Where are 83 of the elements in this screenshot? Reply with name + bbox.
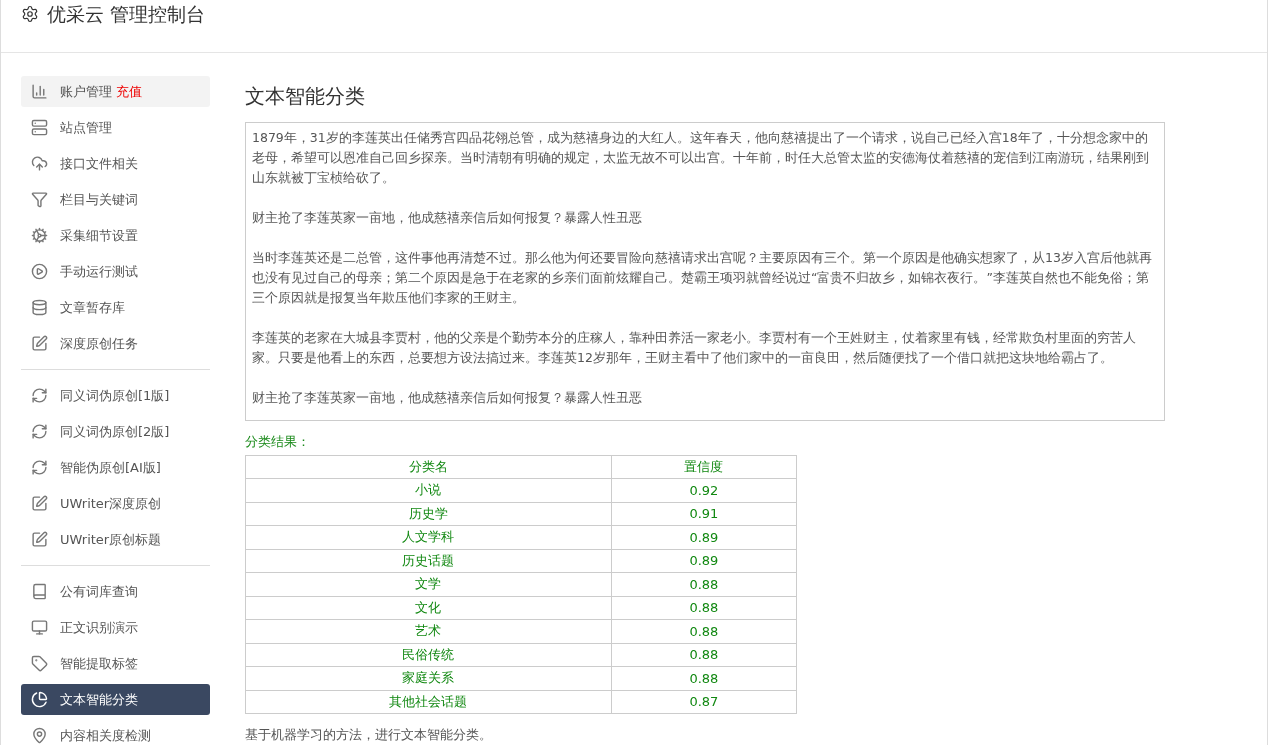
table-cell: 小说 <box>245 478 612 502</box>
sidebar-item-label: 内容相关度检测 <box>60 726 151 745</box>
table-cell: 历史学 <box>245 502 612 526</box>
settings-icon <box>21 5 39 23</box>
app-title: 优采云 管理控制台 <box>47 2 206 27</box>
database-icon <box>31 299 48 316</box>
table-cell: 0.88 <box>611 596 797 620</box>
column-header: 置信度 <box>611 455 797 479</box>
sidebar-item-label: 账户管理 充值 <box>60 82 142 101</box>
text-input-field[interactable]: 1879年，31岁的李莲英出任储秀宫四品花翎总管，成为慈禧身边的大红人。这年春天，他向慈禧提出了一个请求，说自己已经入宫18年了，十分想念家中的老母，希望可以恩准自己回乡探亲。当时清朝有明确的规定，太监无故不可以出宫。十年前，时任大总管太监的安德海仗着慈禧的宠信到江南游玩，结果刚到山东就被丁宝桢给砍了。 财主抢了李莲英家一亩地，他成慈禧亲信后如何报复？暴露人性丑恶 当时李莲英还是二总管，这件事他再清楚不过。那么他为何还要冒险向慈禧请求出宫呢？主要原因有三个。第一个原因是他确实想家了，从13岁入宫后他就再也没有见过自己的母亲；第二个原因是急于在老家的乡亲们面前炫耀自己。楚霸王项羽就曾经说过“富贵不归故乡，如锦衣夜行。”李莲英自然也不能免俗；第三个原因就是报复当年欺压他们李家的王财主。 李莲英的老家在大城县李贾村，他的父亲是个勤劳本分的庄稼人，靠种田养活一家老小。李贾村有一个王姓财主，仗着家里有钱，经常欺负村里面的穷苦人家。只要是他看上的东西，总要想方设法搞过来。李莲英12岁那年，王财主看中了他们家中的一亩良田，然后随便找了一个借口就把这块地给霸占了。 财主抢了李莲英家一亩地，他成慈禧亲信后如何报复？暴露人性丑恶 <box>245 122 1165 421</box>
sidebar-item[interactable]: 采集细节设置 <box>21 220 210 251</box>
sidebar-item[interactable]: 同义词伪原创[2版] <box>21 416 210 447</box>
sidebar-item[interactable]: 智能提取标签 <box>21 648 210 679</box>
sidebar-item-label: 手动运行测试 <box>60 262 138 281</box>
table-cell: 0.88 <box>611 643 797 667</box>
table-cell: 文学 <box>245 572 612 596</box>
sidebar-item[interactable]: 账户管理 充值 <box>21 76 210 107</box>
book-icon <box>31 583 48 600</box>
sidebar-item-label: 同义词伪原创[2版] <box>60 422 170 441</box>
sidebar-item[interactable]: 正文识别演示 <box>21 612 210 643</box>
table-cell: 0.88 <box>611 666 797 690</box>
table-cell: 民俗传统 <box>245 643 612 667</box>
table-cell: 0.89 <box>611 549 797 573</box>
sidebar-item-label: 公有词库查询 <box>60 582 138 601</box>
table-cell: 艺术 <box>245 619 612 643</box>
table-cell: 0.88 <box>611 572 797 596</box>
monitor-icon <box>31 619 48 636</box>
table-cell: 0.87 <box>611 690 797 714</box>
sidebar-item[interactable]: UWriter深度原创 <box>21 488 210 519</box>
sidebar-item-label: 智能提取标签 <box>60 654 138 673</box>
sidebar-item-label: 采集细节设置 <box>60 226 138 245</box>
pencil-square-icon <box>31 335 48 352</box>
table-cell: 其他社会话题 <box>245 690 612 714</box>
sidebar-item-label: 接口文件相关 <box>60 154 138 173</box>
table-cell: 历史话题 <box>245 549 612 573</box>
bar-chart-icon <box>31 83 48 100</box>
sidebar-item-label: UWriter原创标题 <box>60 530 162 549</box>
table-cell: 人文学科 <box>245 525 612 549</box>
sidebar-item[interactable]: UWriter原创标题 <box>21 524 210 555</box>
sidebar-item[interactable]: 接口文件相关 <box>21 148 210 179</box>
sidebar-item[interactable]: 文本智能分类 <box>21 684 210 715</box>
table-cell: 家庭关系 <box>245 666 612 690</box>
sidebar-item-label: 深度原创任务 <box>60 334 138 353</box>
sidebar-item[interactable]: 文章暂存库 <box>21 292 210 323</box>
column-header: 分类名 <box>245 455 612 479</box>
tag-icon <box>31 655 48 672</box>
result-heading: 分类结果： <box>245 433 311 451</box>
sidebar-item-label: 智能伪原创[AI版] <box>60 458 161 477</box>
sidebar-item[interactable]: 内容相关度检测 <box>21 720 210 745</box>
refresh-icon <box>31 423 48 440</box>
recharge-link[interactable]: 充值 <box>116 83 142 99</box>
table-cell: 0.92 <box>611 478 797 502</box>
sidebar-item[interactable]: 栏目与关键词 <box>21 184 210 215</box>
description-text: 基于机器学习的方法，进行文本智能分类。 <box>245 726 493 744</box>
pin-icon <box>31 727 48 744</box>
cloud-upload-icon <box>31 155 48 172</box>
sidebar-item[interactable]: 手动运行测试 <box>21 256 210 287</box>
sidebar-item[interactable]: 同义词伪原创[1版] <box>21 380 210 411</box>
sidebar-item-label: UWriter深度原创 <box>60 494 162 513</box>
sidebar-item[interactable]: 智能伪原创[AI版] <box>21 452 210 483</box>
sidebar-item[interactable]: 公有词库查询 <box>21 576 210 607</box>
sidebar-item[interactable]: 深度原创任务 <box>21 328 210 359</box>
gears-icon <box>31 227 48 244</box>
sidebar-item-label: 栏目与关键词 <box>60 190 138 209</box>
pencil-square-icon <box>31 531 48 548</box>
table-cell: 0.89 <box>611 525 797 549</box>
filter-icon <box>31 191 48 208</box>
play-icon <box>31 263 48 280</box>
table-cell: 0.88 <box>611 619 797 643</box>
sidebar-item[interactable]: 站点管理 <box>21 112 210 143</box>
sidebar-item-label: 文章暂存库 <box>60 298 125 317</box>
page-title: 文本智能分类 <box>245 83 366 110</box>
server-icon <box>31 119 48 136</box>
sidebar-item-label: 正文识别演示 <box>60 618 138 637</box>
sidebar-item-label: 同义词伪原创[1版] <box>60 386 170 405</box>
sidebar-item-label: 站点管理 <box>60 118 112 137</box>
pie-chart-icon <box>31 691 48 708</box>
sidebar-item-label: 文本智能分类 <box>60 690 138 709</box>
refresh-icon <box>31 459 48 476</box>
table-cell: 0.91 <box>611 502 797 526</box>
refresh-icon <box>31 387 48 404</box>
table-cell: 文化 <box>245 596 612 620</box>
pencil-square-icon <box>31 495 48 512</box>
